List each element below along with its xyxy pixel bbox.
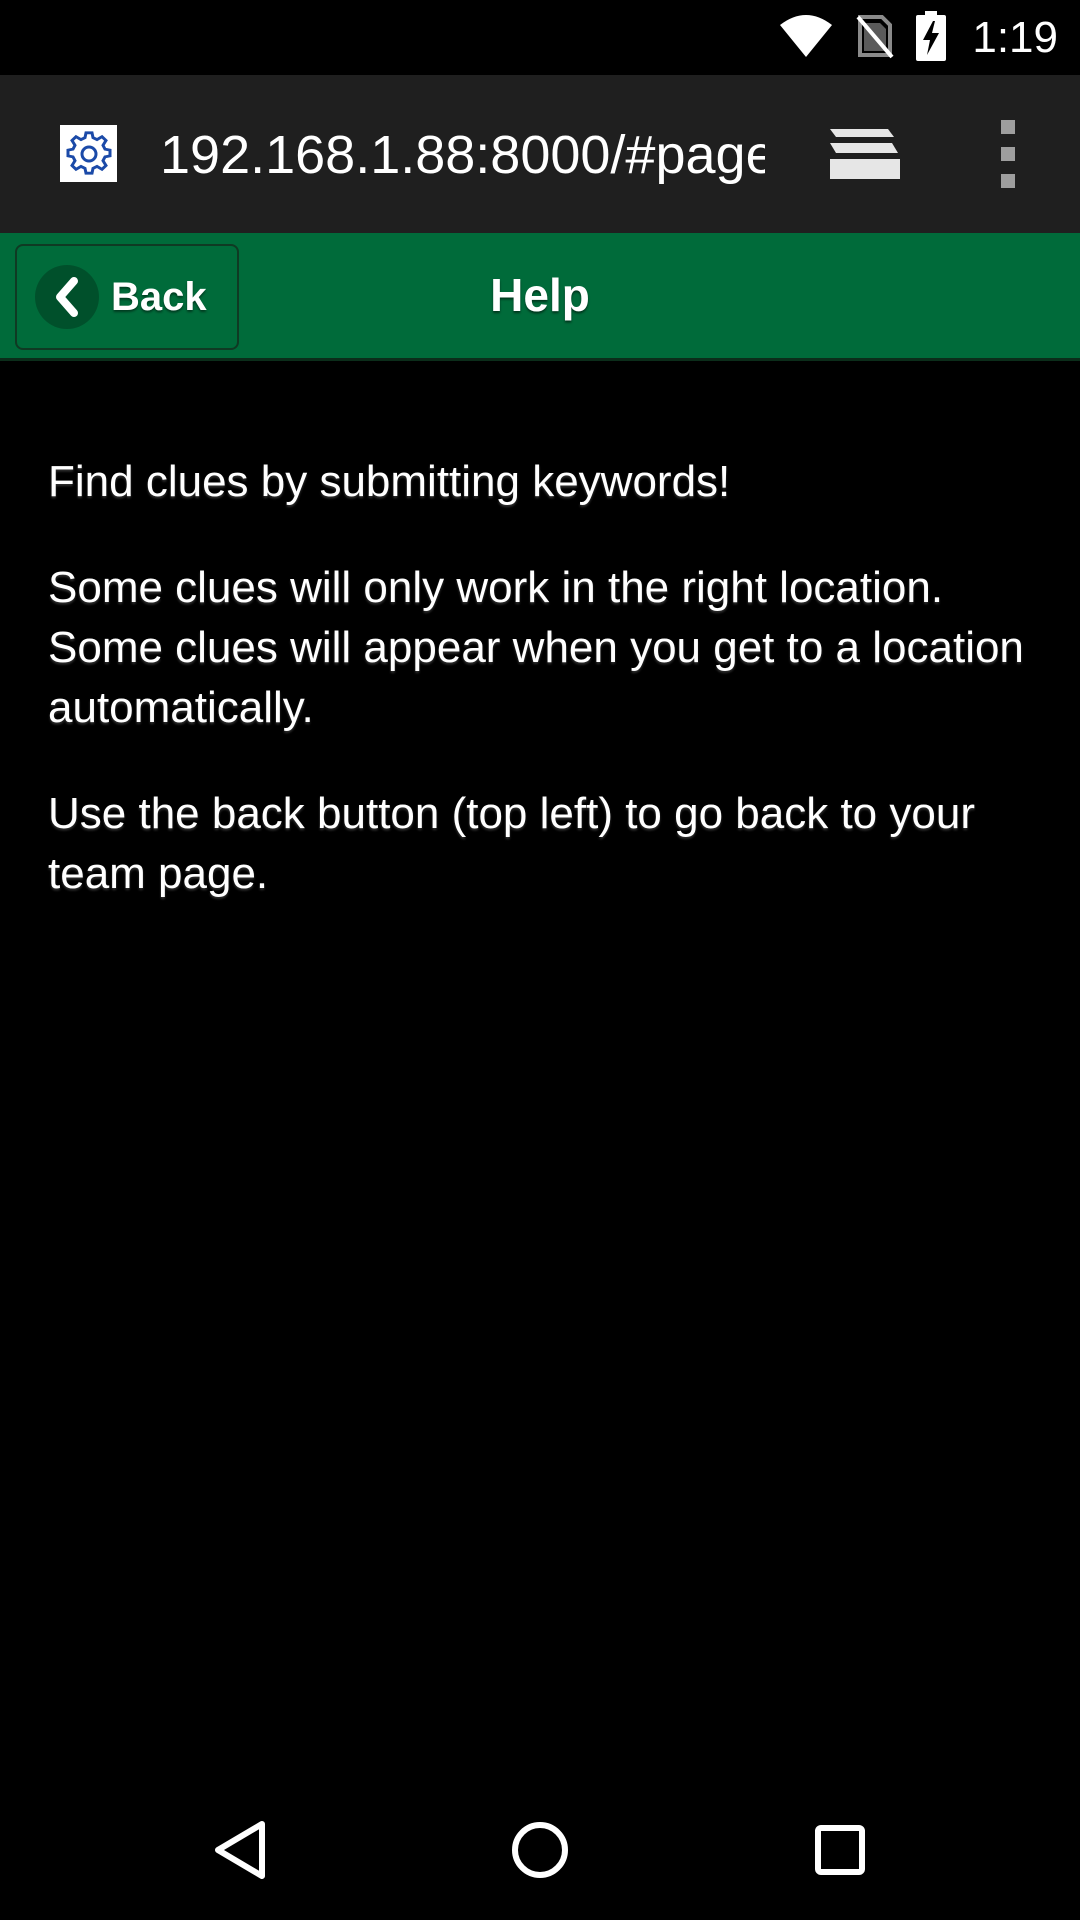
- tabs-icon[interactable]: [826, 123, 902, 183]
- url-field[interactable]: 192.168.1.88:8000/#page: [160, 115, 765, 195]
- chevron-left-icon: [35, 265, 99, 329]
- gear-icon[interactable]: [60, 125, 117, 182]
- status-icons: 1:19: [778, 8, 1058, 68]
- help-paragraph: Use the back button (top left) to go bac…: [48, 789, 975, 898]
- more-vert-icon[interactable]: [990, 120, 1026, 188]
- help-content: Find clues by submitting keywords! Some …: [48, 452, 1048, 950]
- back-button-label: Back: [111, 274, 207, 319]
- system-nav-bar: [0, 1770, 1080, 1920]
- nav-home-icon[interactable]: [500, 1810, 580, 1890]
- help-paragraph: Find clues by submitting keywords!: [48, 457, 731, 506]
- status-time: 1:19: [972, 13, 1058, 62]
- no-sim-icon: [856, 13, 894, 64]
- wifi-icon: [778, 13, 834, 64]
- nav-back-icon[interactable]: [200, 1810, 280, 1890]
- back-button[interactable]: Back: [15, 244, 239, 350]
- battery-charging-icon: [916, 10, 947, 66]
- help-paragraph: Some clues will only work in the right l…: [48, 563, 1024, 732]
- page-header: Help Back: [0, 233, 1080, 361]
- status-bar: 1:19: [0, 0, 1080, 75]
- nav-recents-icon[interactable]: [800, 1810, 880, 1890]
- browser-toolbar: 192.168.1.88:8000/#page: [0, 75, 1080, 233]
